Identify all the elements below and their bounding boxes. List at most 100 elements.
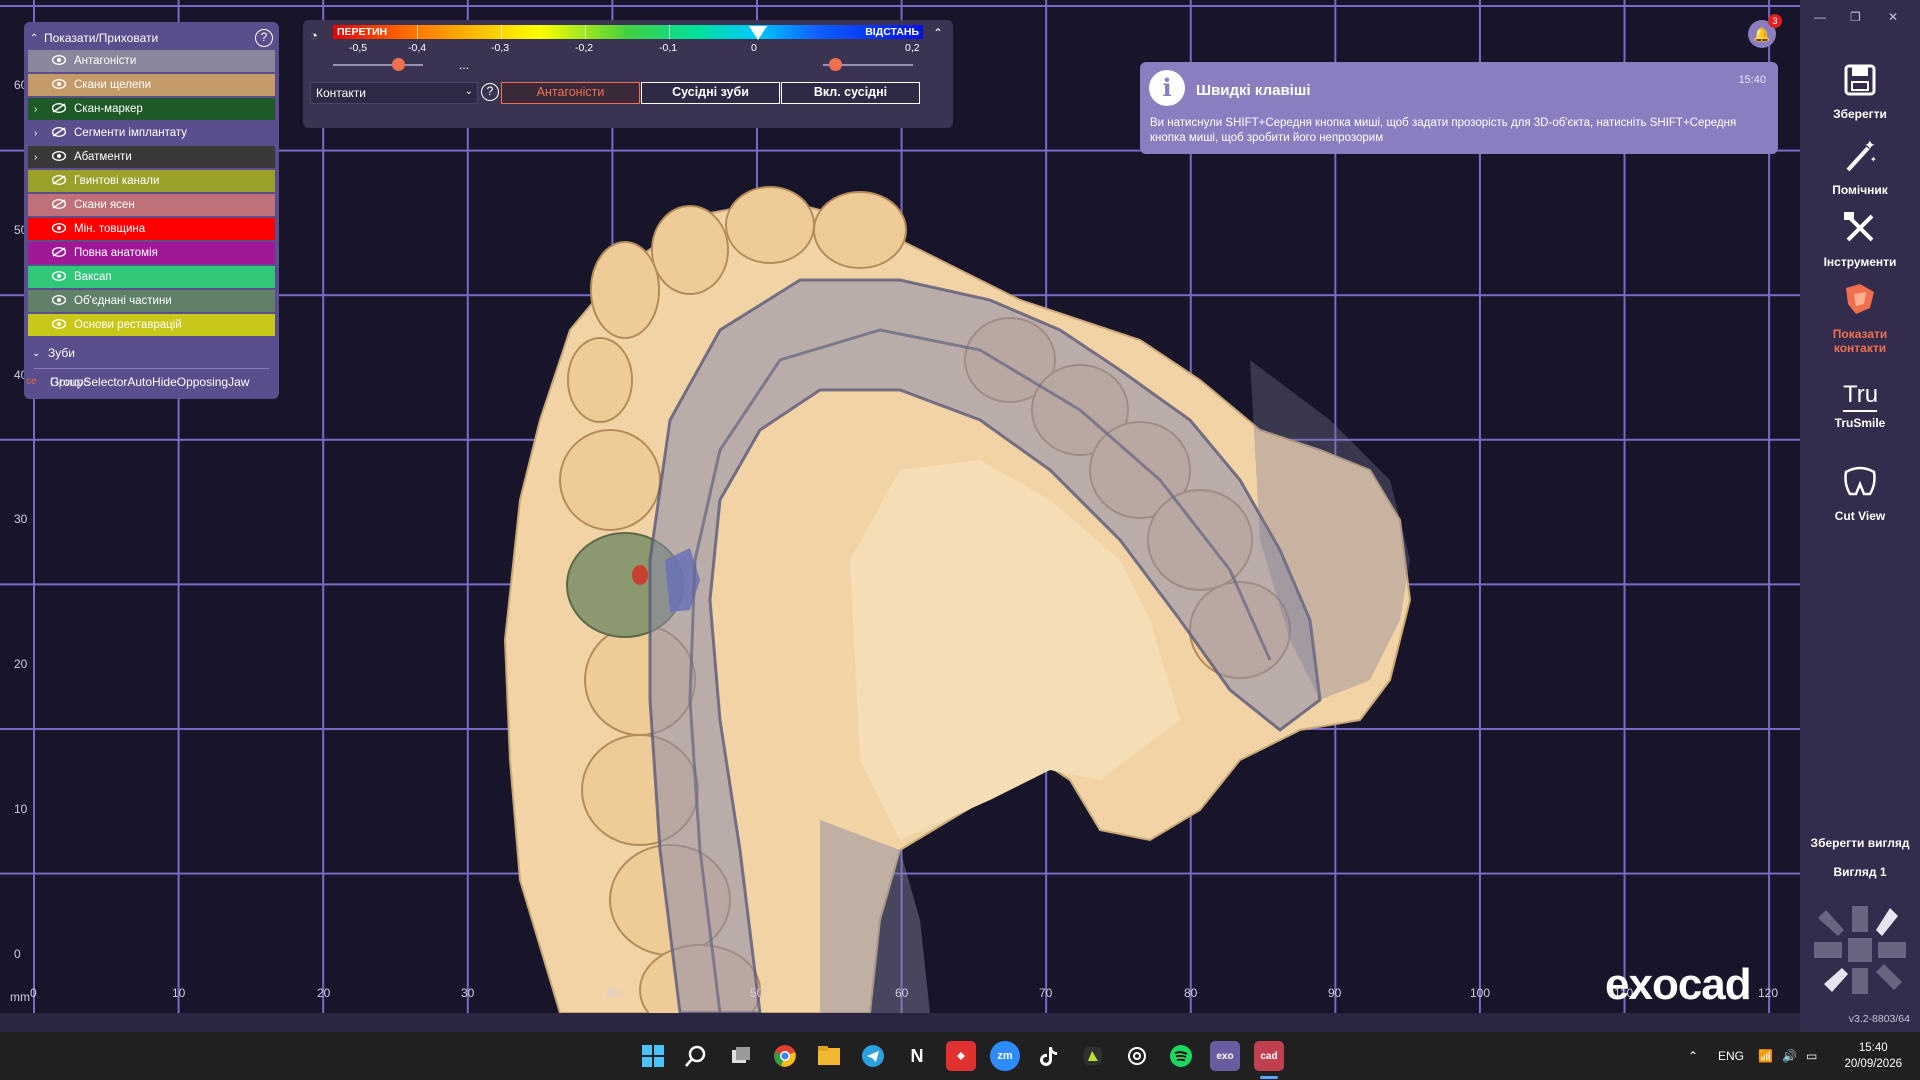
- help-icon[interactable]: ?: [255, 29, 273, 47]
- minimize-icon[interactable]: —: [1814, 10, 1826, 24]
- layer-item[interactable]: Антагоністи: [28, 50, 275, 72]
- hotkeys-notification[interactable]: i Швидкі клавіші 15:40 Ви натиснули SHIF…: [1140, 62, 1778, 154]
- layer-item[interactable]: › Абатменти: [28, 146, 275, 168]
- eye-icon[interactable]: [51, 54, 74, 68]
- y-axis-label: 30: [14, 512, 28, 526]
- exocad-cad-app-icon[interactable]: cad: [1254, 1041, 1284, 1071]
- volume-icon[interactable]: 🔊: [1782, 1049, 1797, 1063]
- chrome-icon[interactable]: [770, 1041, 800, 1071]
- chevron-right-icon[interactable]: ›: [34, 152, 52, 163]
- save-icon: [1844, 64, 1876, 96]
- adjacent-teeth-button[interactable]: Сусідні зуби: [641, 82, 780, 104]
- eye-off-icon[interactable]: [51, 126, 74, 140]
- layer-label: Об'єднані частини: [74, 295, 172, 307]
- notification-bell[interactable]: 🔔 3: [1748, 14, 1782, 48]
- min-slider-handle[interactable]: [392, 58, 405, 71]
- telegram-icon[interactable]: [858, 1041, 888, 1071]
- layer-item[interactable]: Ваксап: [28, 266, 275, 288]
- layer-item[interactable]: › Скан-маркер: [28, 98, 275, 120]
- layer-item[interactable]: Скани ясен: [28, 194, 275, 216]
- close-icon[interactable]: ✕: [1888, 10, 1898, 24]
- scale-tick: -0,3: [491, 42, 510, 54]
- wizard-tool[interactable]: ✦ ✦ Помічник: [1800, 136, 1920, 197]
- system-clock[interactable]: 15:40 20/09/2026: [1844, 1040, 1902, 1072]
- anydesk-icon[interactable]: [946, 1041, 976, 1071]
- eye-icon[interactable]: [51, 270, 74, 284]
- min-slider-track[interactable]: [333, 64, 423, 66]
- layer-item[interactable]: Скани щелепи: [28, 74, 275, 96]
- zero-marker[interactable]: [749, 26, 767, 40]
- layer-label: Основи реставрацій: [74, 319, 182, 331]
- tools-tool-label: Інструменти: [1823, 255, 1897, 269]
- wifi-icon[interactable]: 📶: [1758, 1049, 1773, 1063]
- eye-off-icon[interactable]: [51, 174, 74, 188]
- info-icon: i: [1149, 70, 1185, 106]
- show-contacts-label: Показати контакти: [1832, 327, 1888, 355]
- zoom-icon[interactable]: zm: [990, 1041, 1020, 1071]
- chatgpt-icon[interactable]: [1122, 1041, 1152, 1071]
- tooth: [725, 186, 815, 264]
- show-contacts-tool[interactable]: Показати контакти: [1800, 280, 1920, 355]
- chevron-right-icon[interactable]: ›: [34, 128, 52, 139]
- x-axis-label: 30: [461, 986, 475, 1000]
- gauge-icon[interactable]: ◔: [310, 28, 318, 43]
- save-view-button[interactable]: Зберегти вигляд: [1800, 836, 1920, 850]
- distance-color-scale-panel: ◔ ПЕРЕТИН ВІДСТАНЬ -0,5 -0,4 -0,3 -0,2 -…: [303, 20, 953, 128]
- teeth-group-header[interactable]: ⌄ Зуби: [24, 340, 279, 366]
- notion-icon[interactable]: N: [902, 1041, 932, 1071]
- tiktok-icon[interactable]: [1034, 1041, 1064, 1071]
- language-indicator[interactable]: ENG: [1718, 1049, 1744, 1063]
- color-scale-bar[interactable]: ПЕРЕТИН ВІДСТАНЬ: [333, 25, 923, 39]
- eye-icon[interactable]: [51, 318, 74, 332]
- show-hide-header[interactable]: ⌃ Показати/Приховати ?: [24, 26, 279, 50]
- battery-icon[interactable]: ▭: [1806, 1049, 1817, 1063]
- chevron-down-icon[interactable]: ⌄: [32, 348, 48, 359]
- tray-overflow-icon[interactable]: ⌃: [1688, 1049, 1698, 1063]
- eye-icon[interactable]: [51, 78, 74, 92]
- save-tool[interactable]: Зберегти: [1800, 60, 1920, 121]
- svg-text:✦: ✦: [1864, 138, 1876, 154]
- contacts-dropdown[interactable]: Контакти ⌄: [310, 82, 478, 104]
- eye-icon[interactable]: [51, 150, 74, 164]
- layer-item[interactable]: › Сегменти імплантату: [28, 122, 275, 144]
- antagonists-button[interactable]: Антагоністи: [501, 82, 640, 104]
- windows-start-icon[interactable]: [638, 1041, 668, 1071]
- tools-tool[interactable]: Інструменти: [1800, 208, 1920, 269]
- file-explorer-icon[interactable]: [814, 1041, 844, 1071]
- view-1-button[interactable]: Вигляд 1: [1800, 865, 1920, 879]
- eye-off-icon[interactable]: [51, 102, 74, 116]
- search-icon[interactable]: [681, 1041, 711, 1071]
- scale-divider: [585, 25, 586, 39]
- exocad-app-icon[interactable]: exo: [1210, 1041, 1240, 1071]
- x-axis-label: 0: [30, 986, 37, 1000]
- wizard-icon: ✦ ✦: [1846, 138, 1877, 172]
- app-green-icon[interactable]: [1078, 1041, 1108, 1071]
- restore-icon[interactable]: ❐: [1850, 10, 1861, 24]
- layer-item[interactable]: Гвинтові канали: [28, 170, 275, 192]
- spotify-icon[interactable]: [1166, 1041, 1196, 1071]
- layer-label: Антагоністи: [74, 55, 137, 67]
- chevron-right-icon[interactable]: ›: [34, 104, 52, 115]
- max-slider-handle[interactable]: [829, 58, 842, 71]
- eye-off-icon[interactable]: [51, 246, 74, 260]
- x-axis-label: 40: [606, 986, 620, 1000]
- trusmile-tool[interactable]: Tru TruSmile: [1800, 380, 1920, 430]
- more-options[interactable]: ...: [459, 58, 469, 72]
- include-adjacent-button[interactable]: Вкл. сусідні: [781, 82, 920, 104]
- chevron-up-icon[interactable]: ⌃: [30, 33, 44, 44]
- eye-icon[interactable]: [51, 222, 74, 236]
- help-icon[interactable]: ?: [481, 83, 499, 101]
- view-cube-icon[interactable]: [1810, 900, 1910, 1000]
- layer-label: Повна анатомія: [74, 247, 158, 259]
- chevron-up-icon[interactable]: ⌃: [933, 26, 943, 40]
- layer-item[interactable]: Мін. товщина: [28, 218, 275, 240]
- eye-icon[interactable]: [51, 294, 74, 308]
- group-selector-text: ce GroupSelectorAutoHideOpposingJaw Прик…: [24, 371, 279, 393]
- x-axis-label: 20: [317, 986, 331, 1000]
- task-view-icon[interactable]: [726, 1041, 756, 1071]
- layer-item[interactable]: Об'єднані частини: [28, 290, 275, 312]
- eye-off-icon[interactable]: [51, 198, 74, 212]
- layer-item[interactable]: Повна анатомія: [28, 242, 275, 264]
- cut-view-tool[interactable]: Cut View: [1800, 462, 1920, 523]
- layer-item[interactable]: Основи реставрацій: [28, 314, 275, 336]
